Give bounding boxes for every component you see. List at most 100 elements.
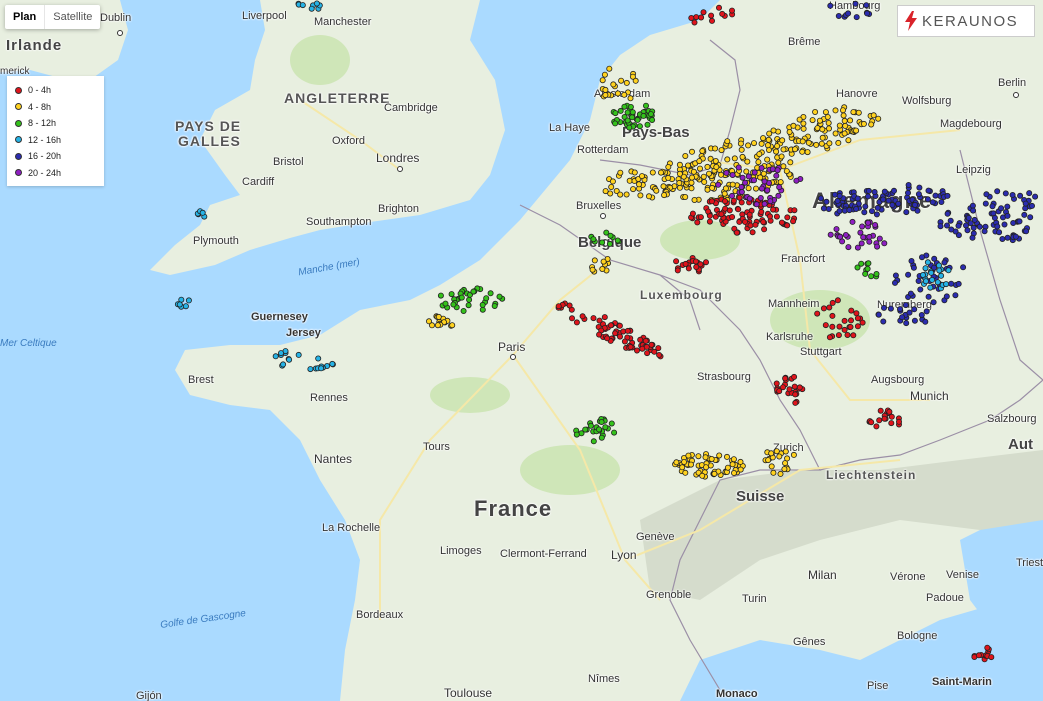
lightning-strike-marker	[862, 270, 869, 277]
lightning-strike-marker	[699, 472, 706, 479]
lightning-strike-marker	[773, 380, 780, 387]
lightning-strike-marker	[982, 200, 989, 207]
lightning-strike-marker	[708, 455, 715, 462]
lightning-strike-marker	[738, 184, 745, 191]
lightning-strike-marker	[868, 273, 875, 280]
legend-item: 8 - 12h	[15, 115, 104, 132]
lightning-strike-marker	[976, 223, 983, 230]
lightning-strike-marker	[825, 120, 832, 127]
lightning-strike-marker	[1032, 193, 1039, 200]
lightning-strike-marker	[928, 269, 935, 276]
lightning-strike-marker	[793, 177, 800, 184]
lightning-strike-marker	[778, 153, 785, 160]
lightning-strike-marker	[822, 109, 829, 116]
lightning-strike-marker	[470, 288, 477, 295]
lightning-strike-marker	[760, 135, 767, 142]
lightning-strike-marker	[765, 136, 772, 143]
lightning-strike-marker	[786, 128, 793, 135]
legend-label: 16 - 20h	[28, 151, 62, 162]
lightning-strike-marker	[739, 174, 746, 181]
lightning-strike-marker	[984, 644, 991, 651]
lightning-strike-marker	[627, 344, 634, 351]
lightning-strike-marker	[777, 470, 784, 477]
lightning-strike-marker	[776, 453, 783, 460]
lightning-strike-marker	[948, 280, 955, 287]
map-type-plan-button[interactable]: Plan	[5, 5, 44, 29]
lightning-strike-marker	[969, 202, 976, 209]
lightning-strike-marker	[1017, 192, 1024, 199]
lightning-strike-marker	[847, 323, 854, 330]
lightning-strike-marker	[573, 319, 580, 326]
lightning-strike-marker	[865, 219, 872, 226]
lightning-strike-marker	[681, 458, 688, 465]
lightning-strike-marker	[761, 200, 768, 207]
lightning-strike-marker	[738, 146, 745, 153]
lightning-strike-marker	[907, 290, 914, 297]
lightning-strike-marker	[934, 279, 941, 286]
lightning-strike-marker	[614, 90, 621, 97]
lightning-strike-marker	[842, 231, 849, 238]
lightning-strike-marker	[698, 14, 705, 21]
lightning-strike-marker	[854, 315, 861, 322]
map-canvas[interactable]: Plan Satellite KERAUNOS 0 - 4h 4 - 8h 8 …	[0, 0, 1043, 701]
lightning-strike-marker	[718, 147, 725, 154]
lightning-strike-marker	[623, 79, 630, 86]
lightning-strike-marker	[874, 204, 881, 211]
lightning-strike-marker	[757, 194, 764, 201]
legend-swatch-4	[15, 152, 22, 160]
lightning-strike-marker	[846, 207, 853, 214]
lightning-strike-marker	[847, 117, 854, 124]
lightning-strike-marker	[711, 470, 718, 477]
lightning-strike-marker	[673, 258, 680, 265]
lightning-strike-marker	[897, 306, 904, 313]
lightning-strike-marker	[837, 233, 844, 240]
lightning-strike-marker	[329, 360, 336, 367]
lightning-strike-marker	[983, 191, 990, 198]
lightning-strike-marker	[661, 192, 668, 199]
lightning-strike-marker	[590, 438, 597, 445]
lightning-strike-marker	[994, 223, 1001, 230]
lightning-strike-marker	[769, 166, 776, 173]
lightning-strike-marker	[871, 188, 878, 195]
lightning-strike-marker	[908, 257, 915, 264]
lightning-strike-marker	[825, 205, 832, 212]
lightning-strike-marker	[872, 221, 879, 228]
lightning-strike-marker	[944, 192, 951, 199]
lightning-strike-marker	[857, 229, 864, 236]
lightning-strike-marker	[295, 351, 302, 358]
lightning-strike-marker	[579, 313, 586, 320]
lightning-strike-marker	[817, 195, 824, 202]
legend-swatch-1	[15, 103, 22, 111]
lightning-strike-marker	[936, 267, 943, 274]
lightning-strike-marker	[829, 299, 836, 306]
lightning-strike-marker	[764, 142, 771, 149]
map-type-satellite-button[interactable]: Satellite	[44, 5, 100, 29]
lightning-strike-marker	[751, 140, 758, 147]
lightning-strike-marker	[738, 199, 745, 206]
lightning-strike-marker	[637, 192, 644, 199]
lightning-strike-marker	[751, 177, 758, 184]
lightning-strike-marker	[656, 351, 663, 358]
lightning-strike-marker	[682, 469, 689, 476]
lightning-strike-marker	[877, 407, 884, 414]
lightning-strike-marker	[824, 114, 831, 121]
lightning-strike-marker	[280, 361, 287, 368]
lightning-strike-marker	[590, 236, 597, 243]
lightning-strike-marker	[835, 139, 842, 146]
lightning-strike-marker	[782, 375, 789, 382]
lightning-strike-marker	[722, 198, 729, 205]
lightning-strike-marker	[865, 187, 872, 194]
lightning-strike-marker	[925, 293, 932, 300]
lightning-strike-marker	[775, 159, 782, 166]
lightning-strike-marker	[853, 14, 860, 21]
lightning-strike-marker	[733, 229, 740, 236]
lightning-strike-marker	[768, 463, 775, 470]
lightning-strike-marker	[814, 125, 821, 132]
lightning-strike-marker	[665, 163, 672, 170]
lightning-strike-marker	[617, 333, 624, 340]
lightning-strike-marker	[1001, 221, 1008, 228]
lightning-strike-marker	[758, 164, 765, 171]
lightning-strike-marker	[611, 429, 618, 436]
lightning-strike-marker	[892, 272, 899, 279]
lightning-strike-marker	[313, 0, 320, 7]
